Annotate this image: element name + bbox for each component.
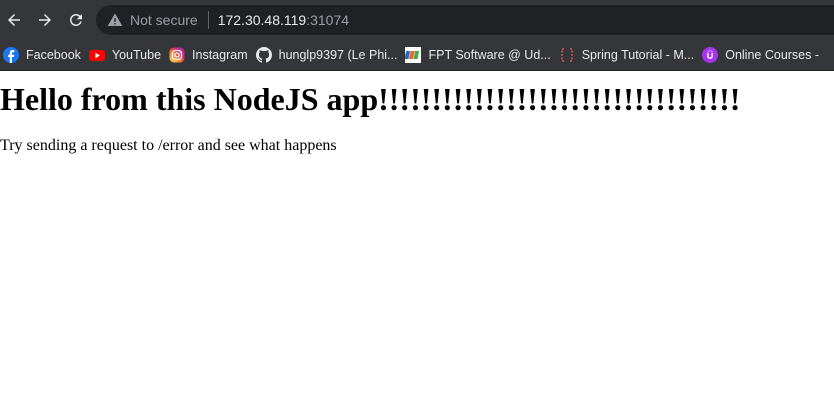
forward-arrow-icon <box>39 14 51 26</box>
warning-icon[interactable] <box>107 12 123 28</box>
bookmark-label: Instagram <box>192 48 248 62</box>
bookmark-label: YouTube <box>111 48 162 62</box>
bookmark-spring-tutorial[interactable]: Spring Tutorial - M... <box>556 42 700 68</box>
bookmark-label: FPT Software @ Ud... <box>428 48 551 62</box>
bookmark-online-courses[interactable]: Online Courses - <box>699 42 824 68</box>
facebook-icon <box>3 47 19 63</box>
address-bar-divider <box>207 11 209 29</box>
security-status-label[interactable]: Not secure <box>130 12 198 28</box>
forward-button[interactable] <box>31 6 59 34</box>
bookmark-facebook[interactable]: Facebook <box>0 42 86 68</box>
back-arrow-icon <box>8 14 20 26</box>
url-host: 172.30.48.119 <box>217 12 307 28</box>
bookmark-label: Spring Tutorial - M... <box>581 48 695 62</box>
bookmark-fpt-software[interactable]: FPT Software @ Ud... <box>402 42 555 68</box>
url-port: :31074 <box>306 12 350 28</box>
back-button[interactable] <box>0 6 28 34</box>
bookmark-label: Facebook <box>26 48 81 62</box>
page-message: Try sending a request to /error and see … <box>0 137 337 154</box>
github-icon <box>255 47 272 63</box>
reload-icon <box>69 13 82 26</box>
reload-button[interactable] <box>62 6 90 34</box>
page-content: Hello from this NodeJS app!!!!!!!!!!!!!!… <box>0 71 834 403</box>
fpt-icon <box>405 47 422 63</box>
bookmark-youtube[interactable]: YouTube <box>86 42 166 68</box>
bookmark-instagram[interactable]: Instagram <box>166 42 253 68</box>
bookmark-label: Online Courses - <box>725 48 820 62</box>
instagram-icon <box>169 47 185 63</box>
page-heading: Hello from this NodeJS app!!!!!!!!!!!!!!… <box>0 81 741 117</box>
bookmark-label: hunglp9397 (Le Phi... <box>278 48 398 62</box>
address-bar[interactable]: Not secure 172.30.48.119:31074 <box>96 5 834 35</box>
udemy-icon <box>702 47 719 63</box>
spring-tutorial-icon <box>559 47 575 63</box>
bookmark-github[interactable]: hunglp9397 (Le Phi... <box>253 42 403 68</box>
youtube-icon <box>88 47 105 63</box>
bookmarks-bar: Facebook YouTube Instagram hunglp9397 (L… <box>0 40 834 71</box>
browser-toolbar: Not secure 172.30.48.119:31074 <box>0 0 834 40</box>
